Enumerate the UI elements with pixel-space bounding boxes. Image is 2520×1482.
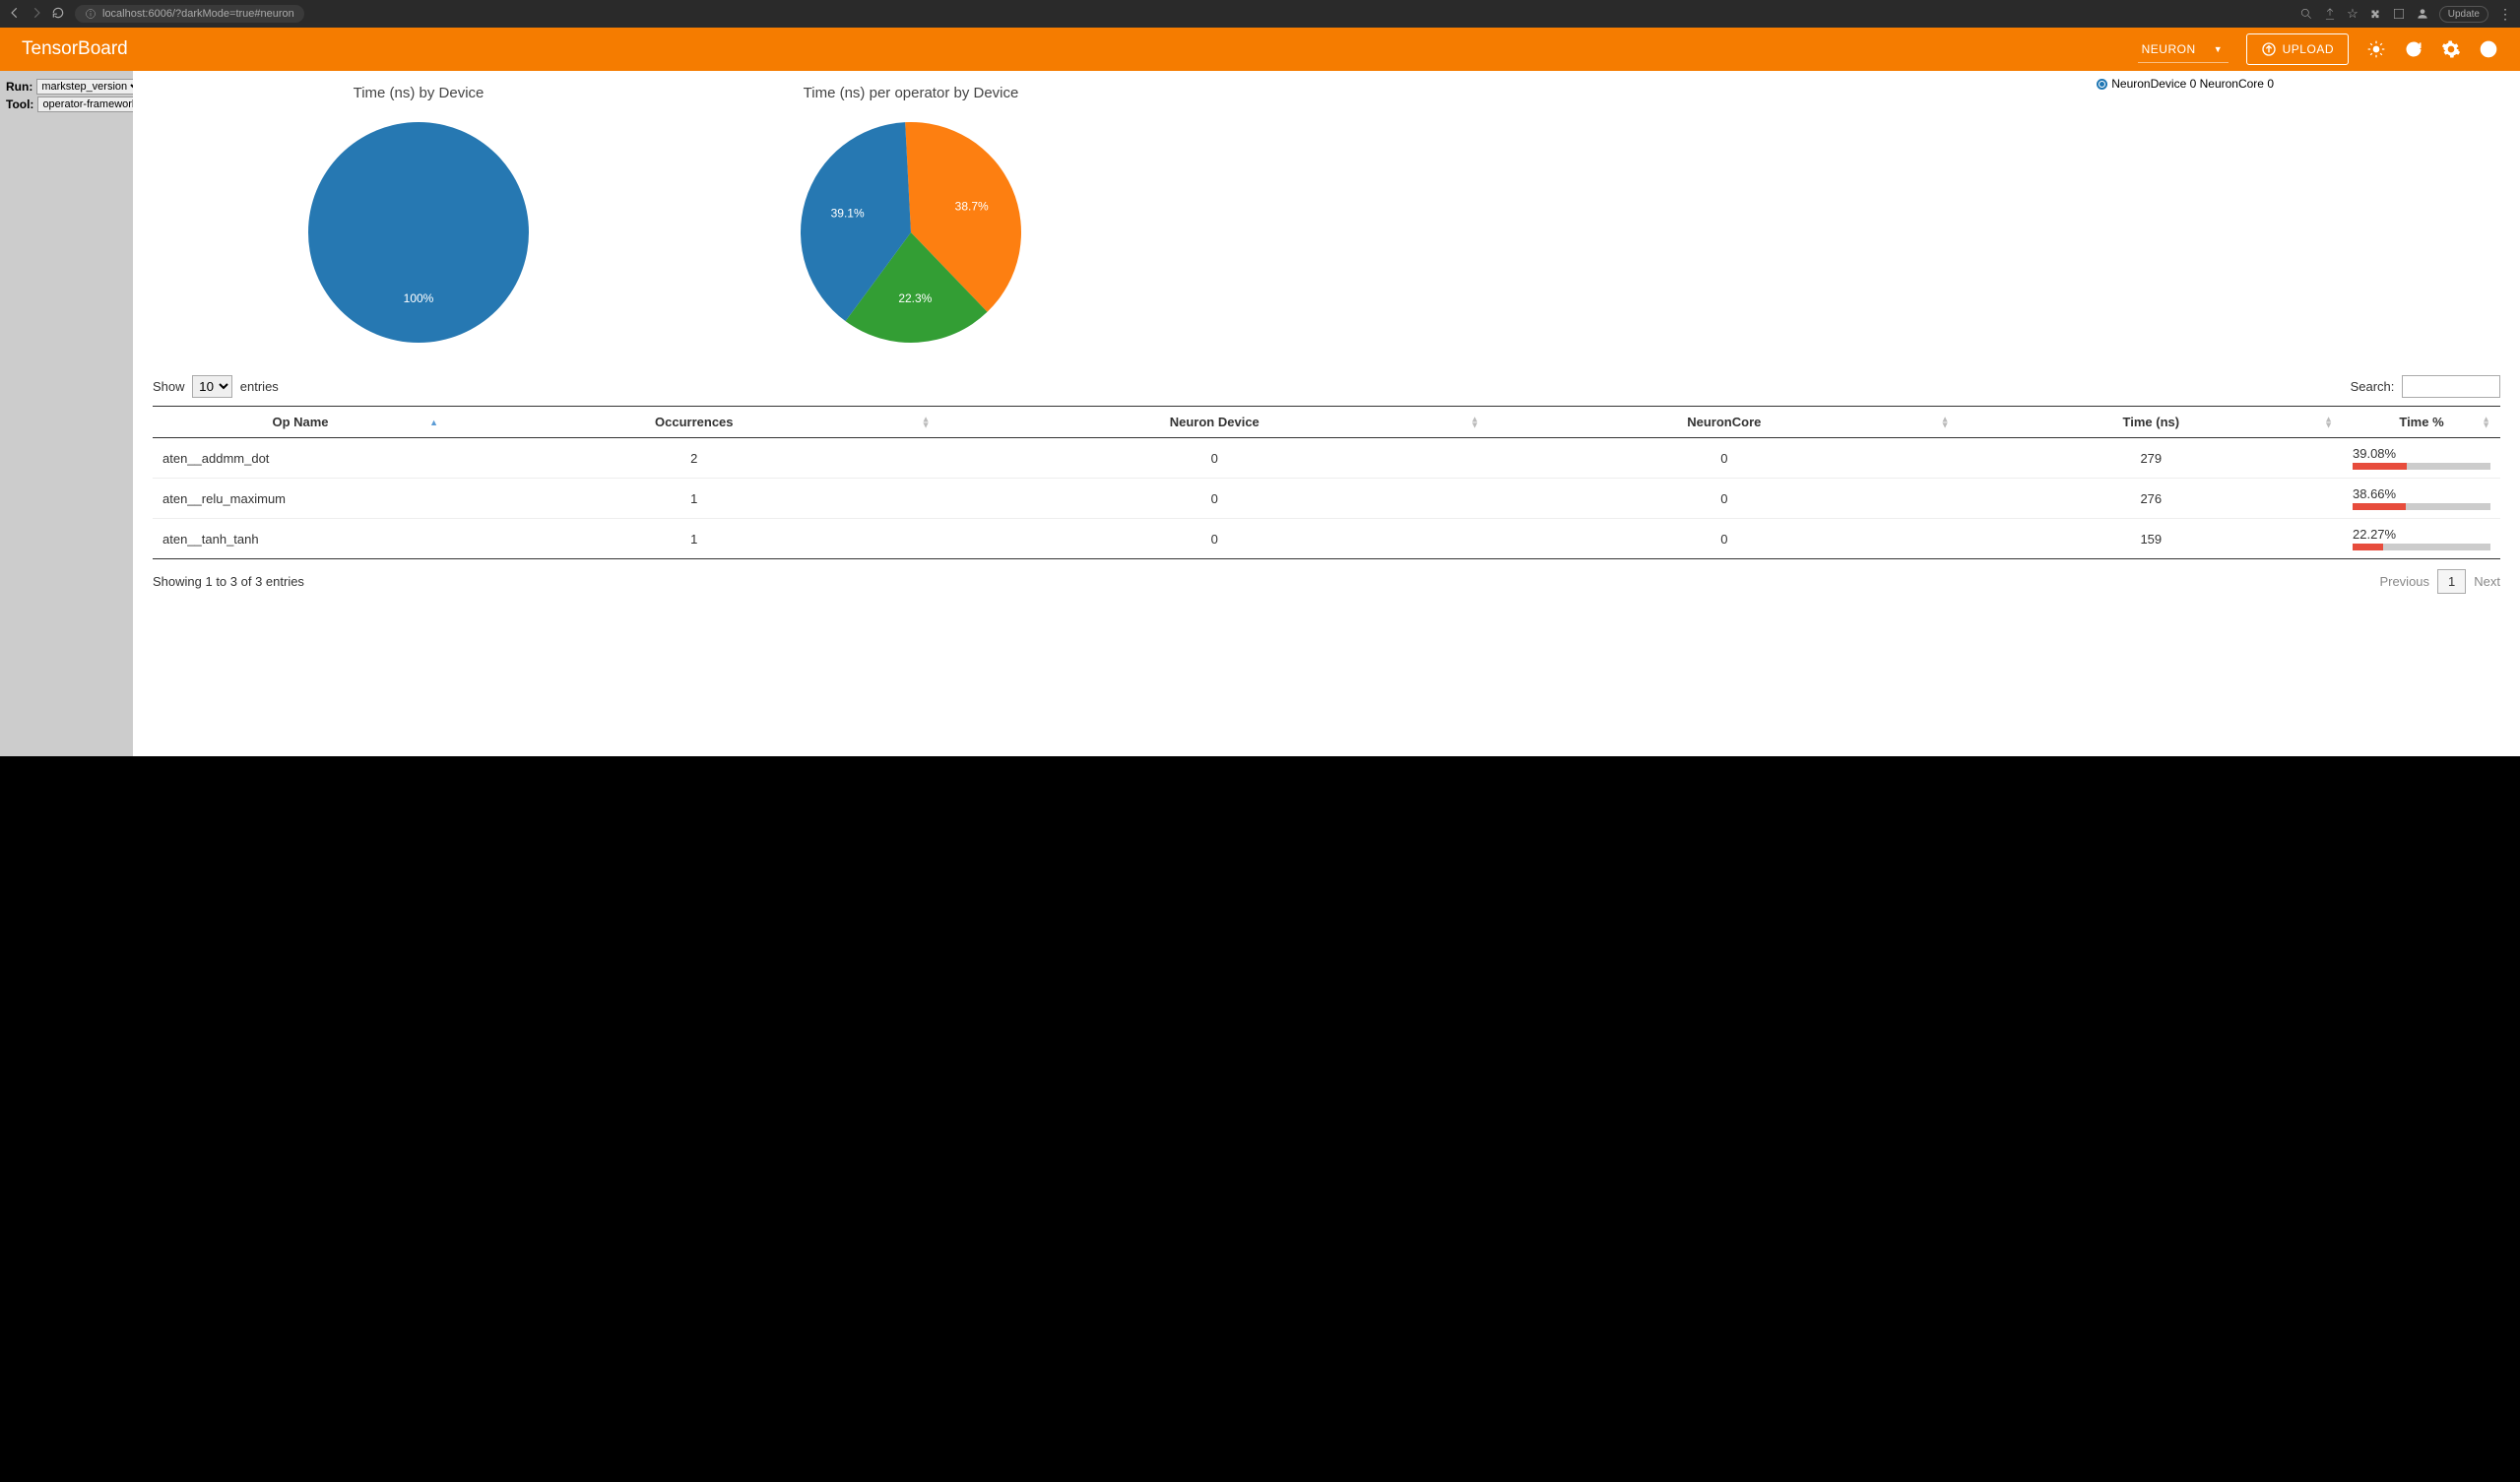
reload-icon[interactable]: [51, 6, 65, 23]
table-row: aten__relu_maximum 1 0 0 276 38.66%: [153, 479, 2500, 519]
pct-bar: [2353, 463, 2490, 470]
star-icon[interactable]: ☆: [2347, 6, 2358, 22]
forward-icon[interactable]: [30, 6, 43, 23]
pie-slice[interactable]: [308, 122, 529, 343]
show-label-post: entries: [240, 379, 279, 394]
search-control: Search:: [2351, 375, 2500, 398]
share-icon[interactable]: [2323, 7, 2337, 21]
col-header-occurrences[interactable]: Occurrences▲▼: [448, 407, 940, 438]
cell-time-pct: 22.27%: [2343, 519, 2500, 559]
page-size-select[interactable]: 10: [192, 375, 232, 398]
brightness-icon[interactable]: [2366, 39, 2386, 59]
app-header: TensorBoard NEURON UPLOAD: [0, 28, 2520, 71]
browser-chrome: localhost:6006/?darkMode=true#neuron ☆ U…: [0, 0, 2520, 28]
cell-op-name: aten__tanh_tanh: [153, 519, 448, 559]
help-icon[interactable]: [2479, 39, 2498, 59]
cell-time-pct: 38.66%: [2343, 479, 2500, 519]
table-row: aten__tanh_tanh 1 0 0 159 22.27%: [153, 519, 2500, 559]
col-header-neuron-device[interactable]: Neuron Device▲▼: [940, 407, 1490, 438]
cell-neuron-device: 0: [940, 479, 1490, 519]
chart-time-by-device: Time (ns) by Device 100%: [231, 85, 606, 346]
run-label: Run:: [6, 80, 32, 94]
cell-occurrences: 1: [448, 519, 940, 559]
cell-neuron-device: 0: [940, 519, 1490, 559]
table-row: aten__addmm_dot 2 0 0 279 39.08%: [153, 438, 2500, 479]
pie-slice-label: 38.7%: [955, 199, 989, 213]
chart-title: Time (ns) by Device: [231, 85, 606, 101]
col-header-time-pct[interactable]: Time %▲▼: [2343, 407, 2500, 438]
pie-chart: 100%: [305, 119, 532, 346]
address-bar[interactable]: localhost:6006/?darkMode=true#neuron: [75, 5, 304, 23]
cell-neuroncore: 0: [1489, 479, 1960, 519]
app-title: TensorBoard: [22, 38, 128, 60]
zoom-icon[interactable]: [2299, 7, 2313, 21]
pie-slice-label: 100%: [404, 291, 434, 305]
pct-bar: [2353, 544, 2490, 550]
pager: Previous 1 Next: [2379, 569, 2500, 594]
upload-button[interactable]: UPLOAD: [2246, 33, 2349, 65]
pie-slice-label: 22.3%: [898, 291, 932, 305]
col-header-time-ns[interactable]: Time (ns)▲▼: [1960, 407, 2343, 438]
search-label: Search:: [2351, 379, 2395, 394]
search-input[interactable]: [2402, 375, 2500, 398]
run-select[interactable]: markstep_version: [36, 79, 144, 95]
upload-label: UPLOAD: [2283, 42, 2334, 56]
update-button[interactable]: Update: [2439, 6, 2488, 23]
mode-select[interactable]: NEURON: [2138, 36, 2229, 63]
radio-selected-icon: [2097, 79, 2107, 90]
next-button[interactable]: Next: [2474, 574, 2500, 589]
col-header-op-name[interactable]: Op Name▲: [153, 407, 448, 438]
pie-chart: 38.7% 22.3% 39.1%: [798, 119, 1024, 346]
sidebar: Run: markstep_version Tool: operator-fra…: [0, 71, 133, 756]
mode-select-label: NEURON: [2138, 36, 2229, 63]
window-icon[interactable]: [2392, 7, 2406, 21]
pct-bar: [2353, 503, 2490, 510]
settings-icon[interactable]: [2441, 39, 2461, 59]
entries-control: Show 10 entries: [153, 375, 279, 398]
chart-title: Time (ns) per operator by Device: [675, 85, 1147, 101]
cell-time-ns: 279: [1960, 438, 2343, 479]
url-text: localhost:6006/?darkMode=true#neuron: [102, 8, 294, 20]
chart-time-per-operator: Time (ns) per operator by Device 38.7% 22…: [675, 85, 1147, 346]
device-legend[interactable]: NeuronDevice 0 NeuronCore 0: [2097, 77, 2274, 91]
extensions-icon[interactable]: [2368, 7, 2382, 21]
legend-label: NeuronDevice 0 NeuronCore 0: [2111, 77, 2274, 91]
menu-icon[interactable]: ⋮: [2498, 6, 2512, 23]
cell-time-ns: 159: [1960, 519, 2343, 559]
back-icon[interactable]: [8, 6, 22, 23]
cell-occurrences: 2: [448, 438, 940, 479]
page-number[interactable]: 1: [2437, 569, 2466, 594]
pie-slice-label: 39.1%: [831, 207, 865, 221]
operator-table: Op Name▲ Occurrences▲▼ Neuron Device▲▼ N…: [153, 406, 2500, 559]
prev-button[interactable]: Previous: [2379, 574, 2429, 589]
info-icon: [85, 8, 97, 20]
show-label-pre: Show: [153, 379, 185, 394]
col-header-neuroncore[interactable]: NeuronCore▲▼: [1489, 407, 1960, 438]
cell-op-name: aten__relu_maximum: [153, 479, 448, 519]
cell-op-name: aten__addmm_dot: [153, 438, 448, 479]
main-content: NeuronDevice 0 NeuronCore 0 Time (ns) by…: [133, 71, 2520, 756]
cell-neuroncore: 0: [1489, 438, 1960, 479]
table-info: Showing 1 to 3 of 3 entries: [153, 574, 304, 589]
cell-occurrences: 1: [448, 479, 940, 519]
cell-neuron-device: 0: [940, 438, 1490, 479]
cell-time-pct: 39.08%: [2343, 438, 2500, 479]
refresh-icon[interactable]: [2404, 39, 2423, 59]
tool-label: Tool:: [6, 97, 33, 111]
profile-icon[interactable]: [2416, 7, 2429, 21]
cell-neuroncore: 0: [1489, 519, 1960, 559]
upload-icon: [2261, 41, 2277, 57]
cell-time-ns: 276: [1960, 479, 2343, 519]
